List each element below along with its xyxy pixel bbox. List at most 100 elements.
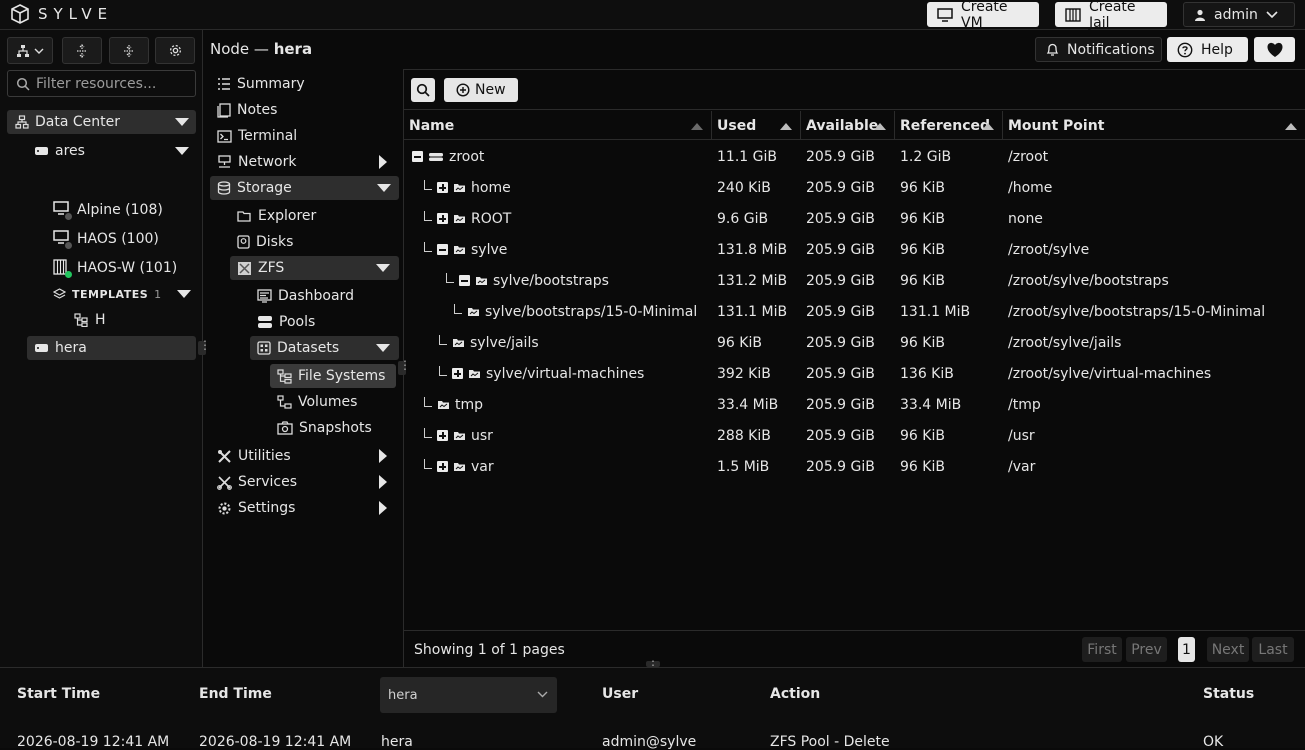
table-row[interactable]: tmp 33.4 MiB 205.9 GiB 33.4 MiB/tmp — [404, 389, 1305, 420]
next-page-button[interactable]: Next — [1207, 637, 1249, 662]
menu-storage[interactable]: Storage — [210, 176, 399, 200]
node-filter-select[interactable]: hera — [380, 677, 557, 713]
first-page-button[interactable]: First — [1082, 637, 1122, 662]
cell-avail: 205.9 GiB — [806, 303, 875, 320]
collapse-icon[interactable] — [459, 275, 470, 286]
menu-dashboard[interactable]: Dashboard — [257, 284, 354, 308]
menu-explorer[interactable]: Explorer — [237, 204, 316, 228]
tree-template-item[interactable]: H — [74, 308, 174, 332]
col-action[interactable]: Action — [770, 686, 820, 702]
column-referenced[interactable]: Referenced — [895, 111, 1003, 140]
menu-label: Terminal — [238, 128, 298, 144]
donate-button[interactable] — [1254, 37, 1295, 62]
table-row[interactable]: sylve/virtual-machines 392 KiB 205.9 GiB 13… — [404, 358, 1305, 389]
tree-templates[interactable]: TEMPLATES 1 — [53, 282, 195, 306]
menu-snapshots[interactable]: Snapshots — [277, 416, 372, 440]
brand[interactable]: SYLVE — [10, 4, 113, 24]
menu-file-systems[interactable]: File Systems — [270, 364, 396, 388]
tree-view-button[interactable] — [7, 37, 53, 64]
pool-icon — [428, 152, 444, 162]
search-button[interactable] — [411, 78, 435, 102]
menu-volumes[interactable]: Volumes — [277, 390, 357, 414]
tree-host-hera[interactable]: hera — [27, 336, 196, 360]
tree-vm-item[interactable]: HAOS (100) — [53, 227, 193, 251]
expand-icon[interactable] — [437, 182, 448, 193]
col-end-time[interactable]: End Time — [199, 686, 272, 702]
menu-label: Notes — [237, 102, 278, 118]
dataset-icon — [475, 275, 488, 286]
resource-tree-panel: Filter resources... Data Center ares Alp… — [0, 30, 203, 667]
create-vm-button[interactable]: Create VM — [927, 0, 1039, 31]
list-icon — [217, 77, 231, 91]
filter-resources-input[interactable]: Filter resources... — [7, 70, 196, 97]
server-icon — [34, 146, 49, 156]
menu-notes[interactable]: Notes — [217, 98, 277, 122]
column-mount-point[interactable]: Mount Point — [1003, 111, 1305, 140]
col-start-time[interactable]: Start Time — [17, 686, 100, 702]
create-jail-button[interactable]: Create Jail — [1055, 0, 1167, 31]
column-used[interactable]: Used — [712, 111, 801, 140]
prev-page-button[interactable]: Prev — [1126, 637, 1167, 662]
caret-down-icon[interactable] — [177, 290, 191, 298]
heart-icon — [1266, 42, 1284, 58]
user-menu-button[interactable]: admin — [1183, 2, 1295, 27]
table-row[interactable]: home 240 KiB 205.9 GiB 96 KiB/home — [404, 172, 1305, 203]
cell-avail: 205.9 GiB — [806, 272, 875, 289]
table-row[interactable]: sylve/bootstraps/15-0-Minimal 131.1 MiB 20… — [404, 296, 1305, 327]
page-1-button[interactable]: 1 — [1178, 637, 1195, 662]
user-icon — [1194, 9, 1206, 21]
table-row[interactable]: ROOT 9.6 GiB 205.9 GiB 96 KiB none — [404, 203, 1305, 234]
table-row[interactable]: var 1.5 MiB 205.9 GiB 96 KiB/var — [404, 451, 1305, 482]
cell-used: 33.4 MiB — [717, 396, 779, 413]
cell-ref: 96 KiB — [900, 210, 945, 227]
new-dataset-button[interactable]: New — [444, 78, 518, 102]
cell-name: sylve/bootstraps — [446, 265, 609, 296]
expand-icon[interactable] — [452, 368, 463, 379]
help-button[interactable]: Help — [1167, 37, 1248, 62]
search-icon — [416, 83, 430, 97]
table-row[interactable]: usr 288 KiB 205.9 GiB 96 KiB/usr — [404, 420, 1305, 451]
cell-mount: /home — [1008, 179, 1053, 196]
expand-icon[interactable] — [437, 213, 448, 224]
caret-down-icon[interactable] — [175, 118, 189, 126]
menu-disks[interactable]: Disks — [237, 230, 293, 254]
tree-vm-item[interactable]: Alpine (108) — [53, 198, 193, 222]
tree-connector — [439, 365, 447, 376]
cell-used: 96 KiB — [717, 334, 762, 351]
menu-network[interactable]: Network — [217, 150, 397, 174]
filter-placeholder: Filter resources... — [36, 75, 157, 92]
menu-settings[interactable]: Settings — [217, 496, 397, 520]
expand-icon[interactable] — [437, 430, 448, 441]
collapse-icon[interactable] — [412, 151, 423, 162]
caret-right-icon — [379, 501, 387, 515]
template-label: H — [95, 312, 106, 328]
table-row[interactable]: sylve/jails 96 KiB 205.9 GiB 96 KiB/zroot/s… — [404, 327, 1305, 358]
menu-pools[interactable]: Pools — [257, 310, 315, 334]
tree-settings-button[interactable] — [155, 37, 195, 64]
table-row[interactable]: sylve 131.8 MiB 205.9 GiB 96 KiB/zroot/sylv… — [404, 234, 1305, 265]
col-status[interactable]: Status — [1203, 686, 1254, 702]
collapse-icon[interactable] — [437, 244, 448, 255]
caret-down-icon[interactable] — [175, 147, 189, 155]
table-row[interactable]: zroot 11.1 GiB 205.9 GiB 1.2 GiB/zroot — [404, 141, 1305, 172]
table-row[interactable]: sylve/bootstraps 131.2 MiB 205.9 GiB 96 KiB… — [404, 265, 1305, 296]
column-name[interactable]: Name — [404, 111, 712, 140]
collapse-all-button[interactable] — [109, 37, 149, 64]
menu-terminal[interactable]: Terminal — [217, 124, 297, 148]
col-user[interactable]: User — [602, 686, 638, 702]
menu-services[interactable]: Services — [217, 470, 397, 494]
tree-host-ares[interactable]: ares — [34, 139, 196, 163]
expand-all-button[interactable] — [62, 37, 102, 64]
last-page-button[interactable]: Last — [1252, 637, 1294, 662]
menu-datasets[interactable]: Datasets — [250, 336, 399, 360]
tree-jail-item[interactable]: HAOS-W (101) — [53, 256, 193, 280]
create-jail-label: Create Jail — [1089, 0, 1136, 31]
menu-zfs[interactable]: ZFS — [230, 256, 399, 280]
menu-summary[interactable]: Summary — [217, 72, 305, 96]
tree-datacenter[interactable]: Data Center — [7, 110, 196, 134]
column-available[interactable]: Available — [801, 111, 895, 140]
menu-utilities[interactable]: Utilities — [217, 444, 397, 468]
disk-icon — [237, 235, 250, 249]
notifications-button[interactable]: Notifications — [1035, 37, 1162, 62]
expand-icon[interactable] — [437, 461, 448, 472]
